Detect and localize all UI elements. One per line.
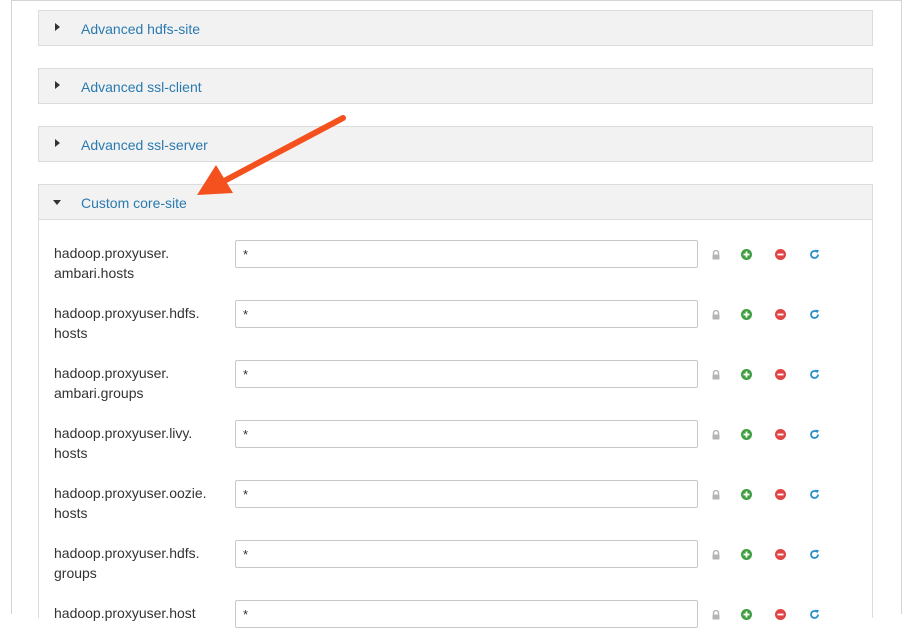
property-name: hadoop.proxyuser.hdfs. groups <box>54 543 219 583</box>
property-row: hadoop.proxyuser.hdfs. hosts <box>39 278 874 341</box>
caret-right-icon <box>55 139 60 147</box>
property-row: hadoop.proxyuser.oozie. hosts <box>39 458 874 521</box>
add-icon[interactable] <box>741 429 752 440</box>
lock-icon[interactable] <box>711 310 721 320</box>
custom-core-site-body: hadoop.proxyuser. ambari.hosts * hadoop.… <box>38 218 874 628</box>
property-row: hadoop.proxyuser. ambari.groups <box>39 338 874 401</box>
remove-icon[interactable] <box>775 609 786 620</box>
property-name-line: hadoop.proxyuser.hdfs. <box>54 545 200 561</box>
remove-icon[interactable] <box>775 429 786 440</box>
lock-icon[interactable] <box>711 430 721 440</box>
panel-title[interactable]: Advanced ssl-client <box>81 69 202 105</box>
property-value-input[interactable] <box>235 600 698 628</box>
add-icon[interactable] <box>741 369 752 380</box>
property-value-input[interactable] <box>235 540 698 568</box>
property-name: hadoop.proxyuser. ambari.hosts <box>54 243 219 283</box>
property-value-input[interactable] <box>235 480 698 508</box>
remove-icon[interactable] <box>775 249 786 260</box>
lock-icon[interactable] <box>711 370 721 380</box>
add-icon[interactable] <box>741 309 752 320</box>
content-frame-right <box>901 0 902 614</box>
content-frame-top <box>11 0 902 1</box>
refresh-icon[interactable] <box>809 309 820 320</box>
property-name: hadoop.proxyuser.livy. hosts <box>54 423 219 463</box>
lock-icon[interactable] <box>711 490 721 500</box>
add-icon[interactable] <box>741 549 752 560</box>
caret-right-icon <box>55 81 60 89</box>
panel-title[interactable]: Custom core-site <box>81 185 187 221</box>
refresh-icon[interactable] <box>809 369 820 380</box>
property-row: hadoop.proxyuser.livy. hosts <box>39 398 874 461</box>
panel-title[interactable]: Advanced ssl-server <box>81 127 208 163</box>
caret-right-icon <box>55 23 60 31</box>
property-row: hadoop.proxyuser.host <box>39 578 874 638</box>
panel-advanced-ssl-server[interactable]: Advanced ssl-server <box>38 126 873 162</box>
lock-icon[interactable] <box>711 610 721 620</box>
remove-icon[interactable] <box>775 309 786 320</box>
remove-icon[interactable] <box>775 489 786 500</box>
lock-icon[interactable] <box>711 250 721 260</box>
lock-icon[interactable] <box>711 550 721 560</box>
property-name-line: hadoop.proxyuser.hdfs. <box>54 305 200 321</box>
panel-advanced-hdfs-site[interactable]: Advanced hdfs-site <box>38 10 873 46</box>
property-value-input[interactable] <box>235 420 698 448</box>
property-name: hadoop.proxyuser.host <box>54 603 219 623</box>
property-row: hadoop.proxyuser.hdfs. groups <box>39 518 874 581</box>
add-icon[interactable] <box>741 609 752 620</box>
property-name-line: hadoop.proxyuser. <box>54 365 170 381</box>
caret-down-icon <box>53 200 61 205</box>
property-name: hadoop.proxyuser. ambari.groups <box>54 363 219 403</box>
refresh-icon[interactable] <box>809 489 820 500</box>
property-name: hadoop.proxyuser.hdfs. hosts <box>54 303 219 343</box>
add-icon[interactable] <box>741 489 752 500</box>
property-name: hadoop.proxyuser.oozie. hosts <box>54 483 219 523</box>
property-row: hadoop.proxyuser. ambari.hosts <box>39 218 874 281</box>
property-value-input[interactable] <box>235 240 698 268</box>
property-name-line: hadoop.proxyuser.host <box>54 605 196 621</box>
refresh-icon[interactable] <box>809 609 820 620</box>
property-name-line: hadoop.proxyuser. <box>54 245 170 261</box>
refresh-icon[interactable] <box>809 429 820 440</box>
property-name-line: hadoop.proxyuser.livy. <box>54 425 193 441</box>
panel-custom-core-site[interactable]: Custom core-site <box>38 184 873 220</box>
property-value-input[interactable] <box>235 300 698 328</box>
remove-icon[interactable] <box>775 549 786 560</box>
panel-title[interactable]: Advanced hdfs-site <box>81 11 200 47</box>
add-icon[interactable] <box>741 249 752 260</box>
panel-advanced-ssl-client[interactable]: Advanced ssl-client <box>38 68 873 104</box>
property-value-input[interactable] <box>235 360 698 388</box>
refresh-icon[interactable] <box>809 549 820 560</box>
refresh-icon[interactable] <box>809 249 820 260</box>
property-name-line: hadoop.proxyuser.oozie. <box>54 485 207 501</box>
remove-icon[interactable] <box>775 369 786 380</box>
content-frame-left <box>11 0 12 614</box>
